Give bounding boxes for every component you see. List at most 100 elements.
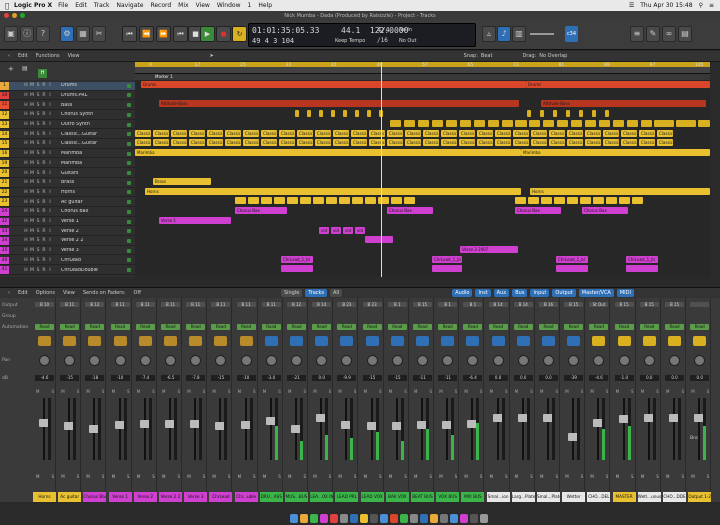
pan-knob[interactable] <box>391 355 403 366</box>
region[interactable] <box>641 119 652 127</box>
region[interactable] <box>274 197 285 205</box>
region[interactable]: Classical <box>495 129 511 137</box>
channel-name[interactable]: Wetter <box>562 492 586 502</box>
region[interactable] <box>404 197 415 205</box>
region[interactable]: Horns <box>530 187 710 195</box>
zoom-window-button[interactable] <box>20 13 25 18</box>
region[interactable]: Drums <box>526 81 710 88</box>
output-slot[interactable]: B 14 <box>312 302 332 307</box>
region[interactable]: Attitude Bass <box>159 100 519 108</box>
menu-file[interactable]: File <box>58 2 68 9</box>
region[interactable] <box>313 197 324 205</box>
track-i-button[interactable]: I <box>47 248 53 253</box>
channel-icon[interactable] <box>38 336 51 346</box>
region[interactable] <box>307 110 311 118</box>
region[interactable]: Classical <box>153 139 169 147</box>
track-i-button[interactable]: I <box>47 141 53 146</box>
output-slot[interactable]: B 11 <box>211 302 231 307</box>
automation-mode[interactable]: Read <box>413 324 432 330</box>
scissors-icon[interactable]: ✂ <box>92 26 106 42</box>
automation-mode[interactable]: Read <box>387 324 407 330</box>
region[interactable]: Classical <box>369 129 385 137</box>
channel-name[interactable]: Chorus Bax <box>83 492 107 502</box>
volume-readout[interactable]: -9.9 <box>337 375 357 381</box>
channel-name[interactable]: CHO...DEL <box>587 492 611 502</box>
automation-mode[interactable]: Read <box>287 324 306 330</box>
output-slot[interactable]: B 23 <box>362 302 382 307</box>
region[interactable] <box>613 119 624 127</box>
help-icon[interactable]: ? <box>36 26 50 42</box>
channel-name[interactable]: BAK VOX <box>385 492 409 502</box>
automation-mode[interactable]: Read <box>110 324 130 330</box>
region[interactable] <box>432 119 443 127</box>
region[interactable] <box>352 197 363 205</box>
mute-button[interactable]: M <box>691 474 694 479</box>
automation-mode[interactable]: Read <box>564 324 584 330</box>
track-header[interactable]: 32 H M S R I Verse 1 <box>0 217 135 227</box>
region[interactable]: Classical <box>657 129 673 137</box>
channel-icon[interactable] <box>264 336 278 346</box>
automation-mode[interactable]: Read <box>135 324 155 330</box>
mute-button[interactable]: M <box>464 474 467 479</box>
dock-app-icon[interactable] <box>300 514 308 523</box>
mixer-view-menu[interactable]: View <box>63 290 75 296</box>
channel-icon[interactable] <box>390 336 404 346</box>
solo-button[interactable]: S <box>379 389 382 394</box>
channel-name[interactable]: Smal...ion <box>486 492 510 502</box>
volume-readout[interactable]: -3.0 <box>261 375 281 381</box>
region[interactable]: Classical <box>513 139 529 147</box>
solo-button[interactable]: S <box>404 474 407 479</box>
dock-app-icon[interactable] <box>320 514 328 523</box>
mute-button[interactable]: M <box>540 389 543 394</box>
volume-readout[interactable]: -4.6 <box>589 375 609 381</box>
output-slot[interactable]: B 14 <box>488 302 508 307</box>
solo-button[interactable]: S <box>354 474 357 479</box>
region[interactable]: Classical <box>441 129 457 137</box>
filter-bus[interactable]: Bus <box>512 289 528 297</box>
arrange-view-menu[interactable]: View <box>68 53 80 59</box>
region[interactable] <box>326 197 337 205</box>
region[interactable] <box>553 110 557 118</box>
region[interactable] <box>605 110 609 118</box>
channel-name[interactable]: LEAD VOX <box>360 492 384 502</box>
mute-button[interactable]: M <box>414 474 417 479</box>
go-to-start-button[interactable]: ⏮ <box>173 26 188 42</box>
region[interactable] <box>418 119 429 127</box>
channel-name[interactable]: Output 1-2 <box>688 492 712 502</box>
pan-knob[interactable] <box>694 355 706 366</box>
region[interactable] <box>474 119 485 127</box>
mute-button[interactable]: M <box>490 389 493 394</box>
solo-button[interactable]: S <box>681 389 684 394</box>
mute-button[interactable]: M <box>162 474 165 479</box>
loop-browser-icon[interactable]: ∞ <box>662 26 676 42</box>
track-i-button[interactable]: I <box>47 122 53 127</box>
minimize-window-button[interactable] <box>12 13 17 18</box>
mute-button[interactable]: M <box>666 389 669 394</box>
mute-button[interactable]: M <box>490 474 493 479</box>
filter-input[interactable]: Input <box>530 289 550 297</box>
output-slot[interactable]: B 15 <box>413 302 432 307</box>
pan-knob[interactable] <box>669 355 680 366</box>
solo-button[interactable]: S <box>329 389 332 394</box>
region[interactable] <box>540 110 544 118</box>
region[interactable]: Classical <box>477 139 493 147</box>
notepad-icon[interactable]: ✎ <box>646 26 660 42</box>
region[interactable] <box>527 110 531 118</box>
volume-readout[interactable]: 0.0 <box>639 375 659 381</box>
cpu-badge[interactable]: c34 <box>565 26 578 42</box>
region[interactable]: Classical <box>333 129 349 137</box>
pan-knob[interactable] <box>568 355 580 366</box>
region[interactable]: Classical <box>261 139 277 147</box>
region[interactable] <box>541 197 552 205</box>
output-slot[interactable]: B 11 <box>161 302 180 307</box>
mute-button[interactable]: M <box>263 389 266 394</box>
region[interactable]: Classical <box>585 129 601 137</box>
volume-readout[interactable]: -15 <box>362 375 382 381</box>
region[interactable] <box>554 197 565 205</box>
pan-knob[interactable] <box>39 355 50 366</box>
mute-button[interactable]: M <box>439 389 442 394</box>
region[interactable]: Classical <box>351 139 367 147</box>
pan-knob[interactable] <box>190 355 202 366</box>
region[interactable] <box>295 110 299 118</box>
channel-name[interactable]: VOX BUS <box>436 492 460 502</box>
